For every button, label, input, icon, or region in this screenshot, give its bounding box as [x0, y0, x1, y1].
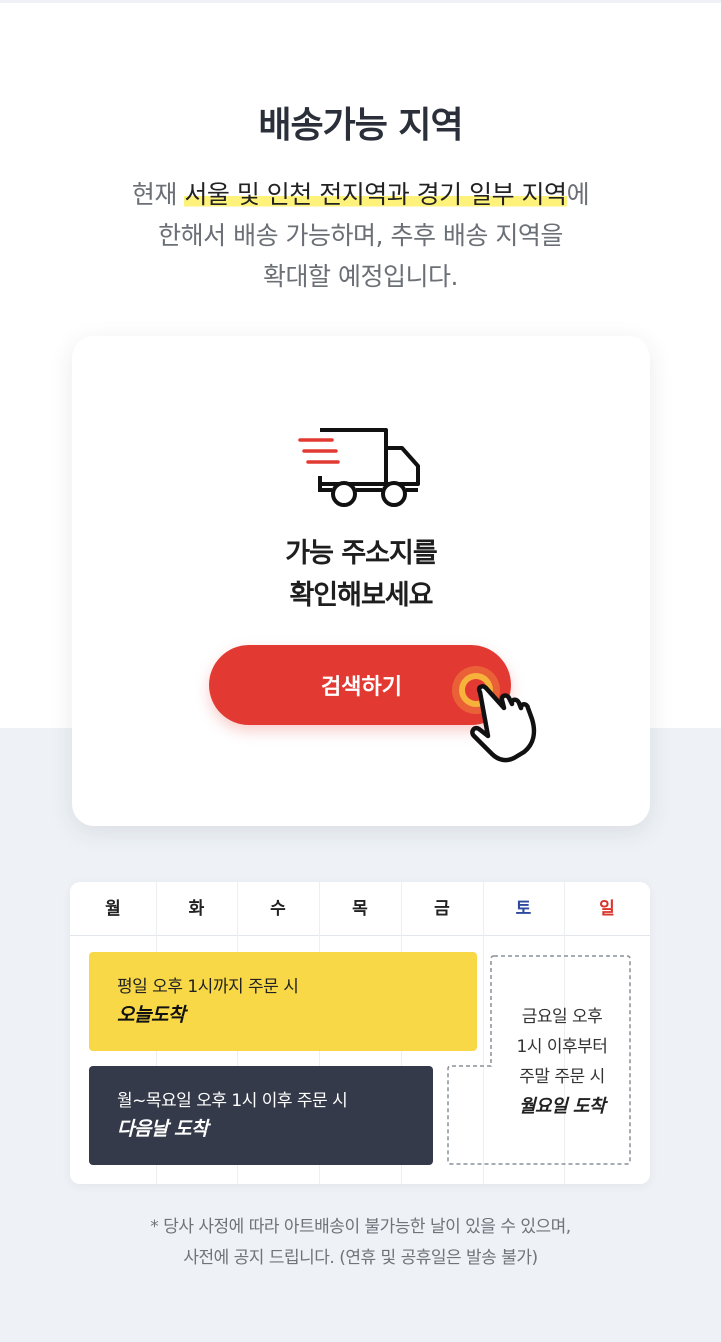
description-highlight: 서울 및 인천 전지역과 경기 일부 지역 [184, 180, 567, 209]
card-message: 가능 주소지를 확인해보세요 [72, 533, 650, 617]
weekend-line-1: 금요일 오후 [521, 1007, 603, 1027]
day-sun: 일 [599, 899, 615, 919]
day-tue: 화 [188, 899, 205, 919]
description-line-1: 현재 서울 및 인천 전지역과 경기 일부 지역에 [0, 174, 721, 215]
footer-note-line-1: * 당사 사정에 따라 아트배송이 불가능한 날이 있을 수 있으며, [150, 1217, 571, 1237]
weekend-result: 월요일 도착 [518, 1096, 606, 1117]
footer-note: * 당사 사정에 따라 아트배송이 불가능한 날이 있을 수 있으며, 사전에 … [0, 1212, 721, 1274]
weekend-line-2: 1시 이후부터 [516, 1037, 608, 1057]
description-line-3: 확대할 예정입니다. [263, 262, 458, 291]
description-line-2: 한해서 배송 가능하며, 추후 배송 지역을 [158, 221, 563, 250]
footer-note-line-2: 사전에 공지 드립니다. (연휴 및 공휴일은 발송 불가) [183, 1248, 538, 1268]
description-prefix: 현재 [131, 180, 185, 209]
same-day-condition: 평일 오후 1시까지 주문 시 [117, 977, 299, 997]
page-title: 배송가능 지역 [258, 105, 463, 146]
day-sat: 토 [515, 899, 532, 919]
description-suffix: 에 [566, 180, 590, 209]
card-message-line-1: 가능 주소지를 [285, 538, 437, 569]
weekend-line-3: 주말 주문 시 [519, 1067, 605, 1087]
delivery-truck-icon [298, 428, 420, 507]
hand-pointer-icon [452, 666, 537, 763]
next-day-delivery-box: 월~목요일 오후 1시 이후 주문 시 다음날 도착 [89, 1066, 433, 1165]
next-day-condition: 월~목요일 오후 1시 이후 주문 시 [117, 1091, 348, 1111]
delivery-schedule: 월 화 수 목 금 토 일 평일 오후 1시까지 주문 시 오늘도착 월~목요일… [70, 882, 650, 1184]
card-message-line-2: 확인해보세요 [289, 580, 433, 611]
day-wed: 수 [270, 899, 286, 919]
day-fri: 금 [434, 899, 450, 919]
next-day-result: 다음날 도착 [117, 1118, 209, 1140]
weekend-delivery-text: 금요일 오후 1시 이후부터 주말 주문 시 월요일 도착 [500, 1002, 624, 1122]
day-thu: 목 [352, 899, 368, 919]
same-day-delivery-box: 평일 오후 1시까지 주문 시 오늘도착 [89, 952, 477, 1051]
same-day-result: 오늘도착 [117, 1004, 185, 1026]
description: 현재 서울 및 인천 전지역과 경기 일부 지역에 한해서 배송 가능하며, 추… [0, 174, 721, 297]
day-mon: 월 [105, 899, 121, 919]
